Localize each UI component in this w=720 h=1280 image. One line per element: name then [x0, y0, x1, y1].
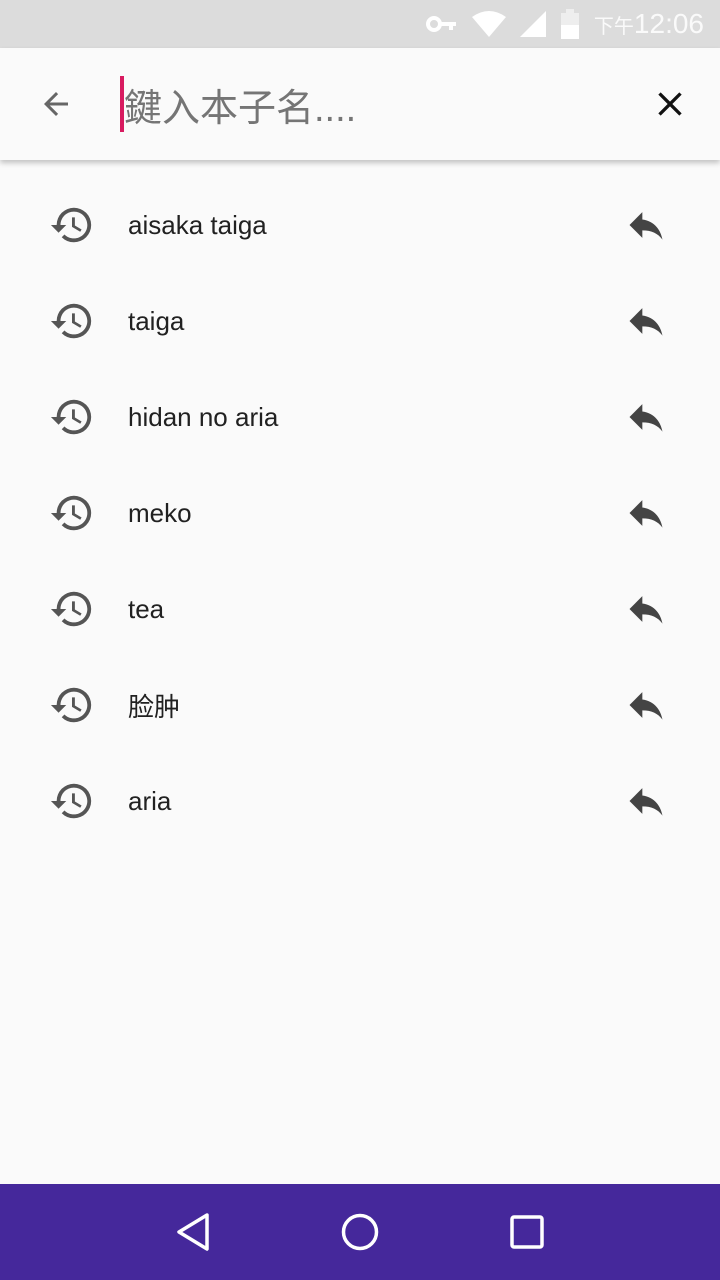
history-icon — [48, 201, 96, 249]
nav-home-button[interactable] — [330, 1202, 390, 1262]
close-icon — [658, 92, 682, 116]
square-recents-icon — [509, 1215, 544, 1249]
history-label: aisaka taiga — [128, 209, 267, 240]
battery-icon — [560, 9, 579, 39]
history-item[interactable]: aisaka taiga — [0, 177, 720, 273]
reply-arrow-icon — [629, 404, 663, 432]
history-item[interactable]: aria — [0, 753, 720, 849]
history-label: taiga — [128, 305, 185, 336]
history-label: tea — [128, 593, 165, 624]
fill-query-button[interactable] — [622, 777, 670, 825]
fill-query-button[interactable] — [622, 681, 670, 729]
history-icon — [48, 489, 96, 537]
history-icon — [48, 681, 96, 729]
fill-query-button[interactable] — [622, 201, 670, 249]
nav-back-button[interactable] — [163, 1202, 223, 1262]
search-toolbar: 鍵入本子名.... — [0, 48, 720, 160]
reply-arrow-icon — [629, 308, 663, 336]
reply-arrow-icon — [629, 788, 663, 816]
search-placeholder: 鍵入本子名.... — [124, 87, 357, 130]
signal-icon — [519, 11, 546, 37]
history-label: hidan no aria — [128, 401, 279, 432]
reply-arrow-icon — [629, 500, 663, 528]
history-item[interactable]: taiga — [0, 273, 720, 369]
history-item[interactable]: tea — [0, 561, 720, 657]
vpn-key-icon — [425, 16, 456, 32]
triangle-back-icon — [177, 1213, 210, 1251]
fill-query-button[interactable] — [622, 297, 670, 345]
history-icon — [48, 393, 96, 441]
circle-home-icon — [341, 1213, 379, 1251]
fill-query-button[interactable] — [622, 489, 670, 537]
reply-arrow-icon — [629, 596, 663, 624]
fill-query-button[interactable] — [622, 393, 670, 441]
clear-button[interactable] — [642, 76, 698, 132]
status-bar: 下午12:06 — [0, 0, 720, 48]
history-item[interactable]: meko — [0, 465, 720, 561]
fill-query-button[interactable] — [622, 585, 670, 633]
history-item[interactable]: 脸肿 — [0, 657, 720, 753]
clock: 下午12:06 — [593, 8, 704, 39]
nav-recents-button[interactable] — [497, 1202, 557, 1262]
history-item[interactable]: hidan no aria — [0, 369, 720, 465]
history-label: meko — [128, 497, 192, 528]
search-history-list: aisaka taiga taiga hidan no aria meko te… — [0, 177, 720, 849]
history-icon — [48, 777, 96, 825]
history-icon — [48, 585, 96, 633]
search-input[interactable]: 鍵入本子名.... — [120, 76, 642, 132]
history-label: aria — [128, 785, 172, 816]
history-icon — [48, 297, 96, 345]
reply-arrow-icon — [629, 212, 663, 240]
navigation-bar — [0, 1184, 720, 1280]
back-button[interactable] — [28, 76, 84, 132]
wifi-icon — [471, 11, 506, 37]
history-label: 脸肿 — [128, 691, 181, 722]
reply-arrow-icon — [629, 692, 663, 720]
arrow-back-icon — [44, 92, 68, 116]
